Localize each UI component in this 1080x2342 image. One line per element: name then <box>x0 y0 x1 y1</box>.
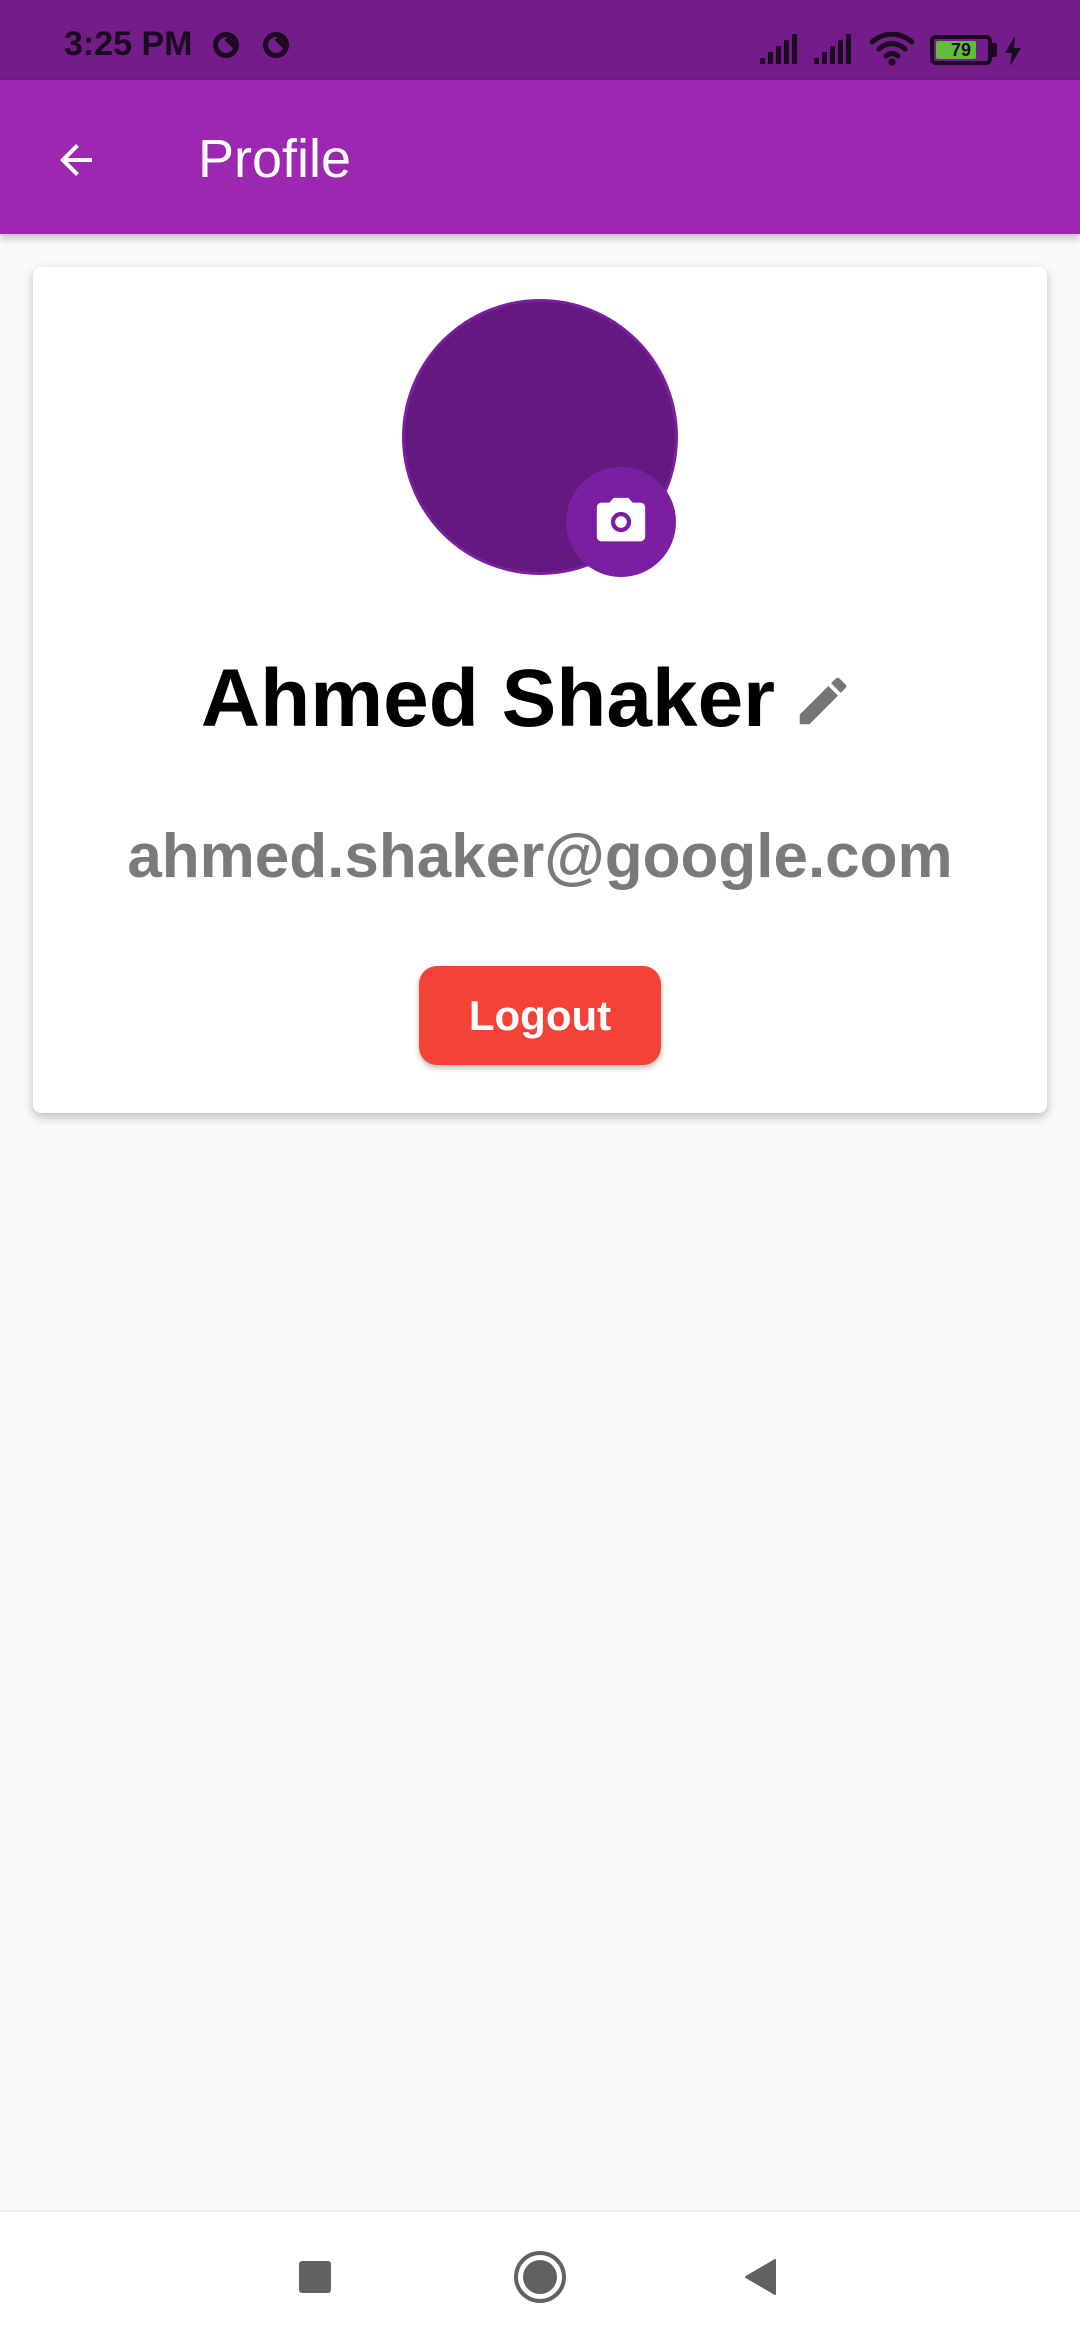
pencil-icon <box>799 677 847 725</box>
system-nav-bar <box>0 2210 1080 2342</box>
edit-name-button[interactable] <box>783 661 863 741</box>
battery-level: 79 <box>950 40 972 60</box>
profile-card: Ahmed Shaker ahmed.shaker@google.com Log… <box>33 267 1047 1113</box>
recents-square-icon <box>299 2261 331 2293</box>
signal-icon <box>814 34 851 64</box>
wifi-icon <box>870 32 914 66</box>
home-button[interactable] <box>505 2242 575 2312</box>
status-time: 3:25 PM <box>64 25 193 63</box>
page-title: Profile <box>198 129 352 189</box>
back-triangle-icon <box>745 2259 776 2295</box>
status-bar: 3:25 PM 79 <box>0 0 1080 80</box>
logout-button[interactable]: Logout <box>419 966 661 1065</box>
battery-icon: 79 <box>930 35 992 65</box>
camera-icon <box>596 497 646 542</box>
user-email: ahmed.shaker@google.com <box>127 822 953 891</box>
system-back-button[interactable] <box>726 2242 796 2312</box>
home-circle-icon <box>514 2251 566 2303</box>
signal-icon <box>760 34 797 64</box>
name-row: Ahmed Shaker <box>33 649 1047 749</box>
user-name: Ahmed Shaker <box>200 653 776 744</box>
back-button[interactable] <box>40 124 112 196</box>
charging-icon <box>1005 36 1021 66</box>
arrow-back-icon <box>60 144 92 176</box>
do-not-disturb-icon <box>263 32 289 58</box>
change-photo-button[interactable] <box>566 467 676 577</box>
battery-cap <box>992 43 997 57</box>
recents-button[interactable] <box>280 2242 350 2312</box>
app-bar: Profile <box>0 80 1080 234</box>
do-not-disturb-icon <box>213 32 239 58</box>
